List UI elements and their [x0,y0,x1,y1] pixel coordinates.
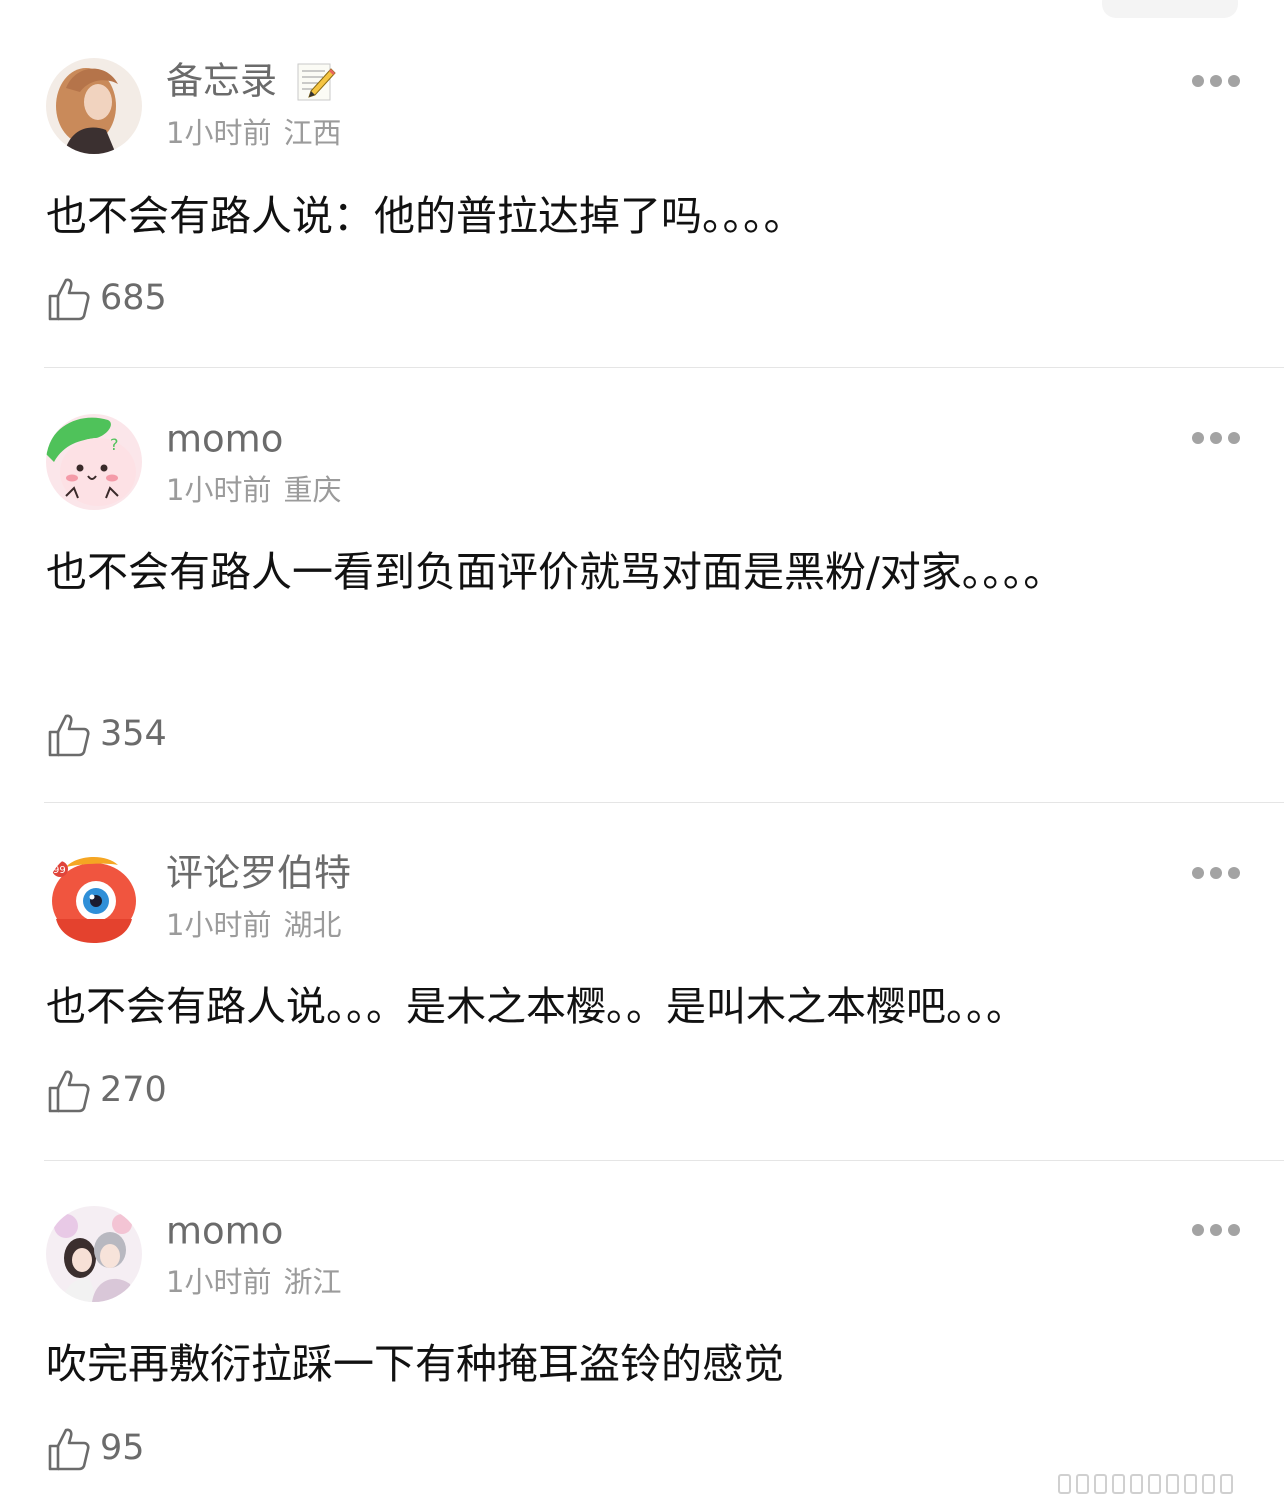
more-button[interactable] [1186,1218,1246,1242]
more-icon [1228,432,1240,444]
comment-location: 湖北 [283,908,342,942]
comment-meta: 1小时前 重庆 [166,472,341,508]
more-icon [1228,1224,1240,1236]
thumbs-up-icon [48,714,90,757]
avatar[interactable] [46,1206,142,1302]
watermark-bars [1058,1474,1258,1494]
username[interactable]: 备忘录 [166,58,337,104]
avatar[interactable] [46,58,142,154]
like-count: 354 [100,714,167,754]
comment-text: 也不会有路人一看到负面评价就骂对面是黑粉/对家。。。。 [46,548,1065,596]
comment-text: 也不会有路人说：他的普拉达掉了吗。。。。 [46,192,805,240]
more-icon [1210,432,1222,444]
svg-text:?: ? [110,435,119,454]
thumbs-up-icon [48,1070,90,1113]
like-count: 270 [100,1070,167,1110]
divider [44,802,1284,803]
more-button[interactable] [1186,861,1246,885]
comment-meta: 1小时前 江西 [166,115,341,151]
username-text: 评论罗伯特 [166,851,351,895]
comment-meta: 1小时前 浙江 [166,1264,341,1300]
more-icon [1192,75,1204,87]
like-count: 95 [100,1428,145,1468]
more-icon [1210,1224,1222,1236]
comment-time: 1小时前 [166,116,272,150]
avatar[interactable]: ? [46,414,142,510]
top-pill-button[interactable] [1102,0,1238,18]
comment-location: 浙江 [283,1265,342,1299]
more-icon [1192,867,1204,879]
thumbs-up-icon [48,278,90,321]
username-text: momo [166,417,284,461]
comment-meta: 1小时前 湖北 [166,907,341,943]
more-icon [1228,75,1240,87]
more-icon [1192,432,1204,444]
comment-location: 重庆 [283,473,342,507]
more-button[interactable] [1186,426,1246,450]
comment-location: 江西 [283,116,342,150]
comment-time: 1小时前 [166,1265,272,1299]
username-text: 备忘录 [166,59,277,103]
memo-pencil-icon [295,61,337,103]
divider [44,367,1284,368]
username[interactable]: momo [166,416,283,462]
more-icon [1210,867,1222,879]
more-icon [1192,1224,1204,1236]
username-text: momo [166,1209,284,1253]
more-icon [1228,867,1240,879]
svg-text:99: 99 [53,865,66,876]
username[interactable]: 评论罗伯特 [166,850,351,896]
comment-text: 吹完再敷衍拉踩一下有种掩耳盗铃的感觉 [46,1340,784,1388]
divider [44,1160,1284,1161]
thumbs-up-icon [48,1428,90,1471]
comment-time: 1小时前 [166,473,272,507]
comment-text: 也不会有路人说。。。是木之本樱。。是叫木之本樱吧。。。 [46,984,1026,1030]
comment-time: 1小时前 [166,908,272,942]
like-count: 685 [100,278,167,318]
more-button[interactable] [1186,69,1246,93]
more-icon [1210,75,1222,87]
username[interactable]: momo [166,1208,283,1254]
avatar[interactable]: 99 [46,849,142,945]
